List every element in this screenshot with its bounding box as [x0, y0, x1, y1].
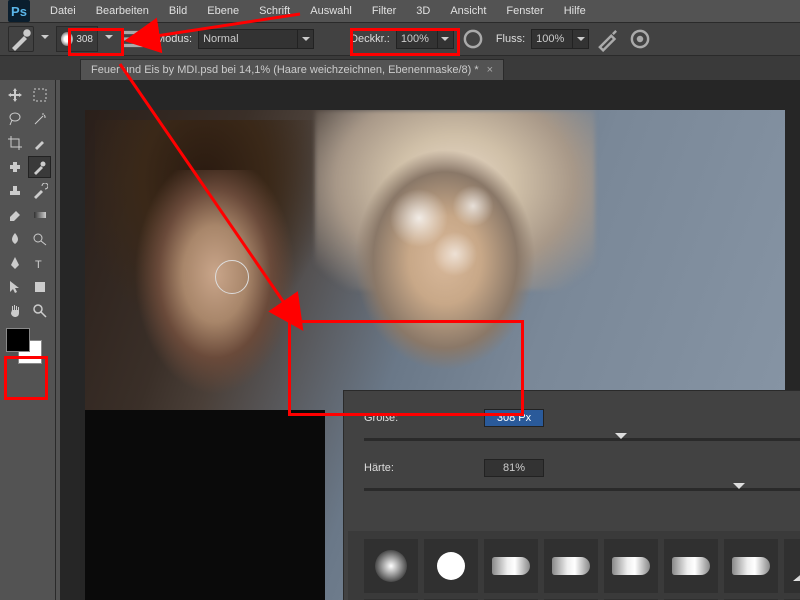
lasso-tool[interactable]	[4, 108, 27, 130]
menu-bearbeiten[interactable]: Bearbeiten	[86, 0, 159, 22]
menu-hilfe[interactable]: Hilfe	[554, 0, 596, 22]
brush-panel-toggle-icon[interactable]	[120, 26, 146, 52]
mode-label: Modus:	[156, 33, 192, 45]
menu-bild[interactable]: Bild	[159, 0, 197, 22]
brush-preset[interactable]	[484, 539, 538, 593]
menu-ansicht[interactable]: Ansicht	[440, 0, 496, 22]
size-label: Größe:	[364, 412, 484, 424]
brush-preset-grid	[348, 531, 800, 600]
brush-preset[interactable]	[724, 539, 778, 593]
opacity-pressure-icon[interactable]	[460, 26, 486, 52]
app-logo: Ps	[8, 0, 30, 22]
airbrush-icon[interactable]	[595, 26, 621, 52]
stamp-tool[interactable]	[4, 180, 27, 202]
pen-tool[interactable]	[4, 252, 27, 274]
menu-ebene[interactable]: Ebene	[197, 0, 249, 22]
hardness-label: Härte:	[364, 462, 484, 474]
size-input[interactable]: 308 Px	[484, 409, 544, 427]
wand-tool[interactable]	[29, 108, 52, 130]
mode-dropdown-icon[interactable]	[298, 29, 314, 49]
brush-preset[interactable]	[604, 539, 658, 593]
eraser-tool[interactable]	[4, 204, 27, 226]
screenmode-icon[interactable]	[22, 380, 38, 394]
opacity-value: 100%	[396, 29, 438, 49]
brush-preset-panel: Größe: 308 Px Härte: 81%	[343, 390, 800, 600]
color-swatches[interactable]	[4, 328, 44, 368]
eyedropper-tool[interactable]	[29, 132, 52, 154]
menu-fenster[interactable]: Fenster	[496, 0, 553, 22]
hand-tool[interactable]	[4, 300, 27, 322]
gradient-tool[interactable]	[29, 204, 52, 226]
brush-cursor-icon	[215, 260, 249, 294]
brush-preset[interactable]	[544, 539, 598, 593]
menu-schrift[interactable]: Schrift	[249, 0, 300, 22]
toolbox: T	[0, 80, 56, 600]
blur-tool[interactable]	[4, 228, 27, 250]
hardness-slider[interactable]	[364, 483, 800, 497]
brush-preset[interactable]	[364, 539, 418, 593]
zoom-tool[interactable]	[29, 300, 52, 322]
mode-value: Normal	[198, 29, 298, 49]
shape-tool[interactable]	[29, 276, 52, 298]
menu-3d[interactable]: 3D	[406, 0, 440, 22]
document-tab[interactable]: Feuer und Eis by MDI.psd bei 14,1% (Haar…	[80, 59, 504, 80]
brush-preset-picker[interactable]: 308	[56, 26, 98, 52]
menu-auswahl[interactable]: Auswahl	[300, 0, 362, 22]
tool-preset-dropdown[interactable]	[40, 34, 50, 44]
brush-preset[interactable]	[664, 539, 718, 593]
opacity-combo[interactable]: 100%	[396, 29, 454, 49]
canvas-area[interactable]: Größe: 308 Px Härte: 81%	[60, 80, 800, 600]
brush-tool[interactable]	[28, 156, 51, 178]
size-slider[interactable]	[364, 433, 800, 447]
brush-size-value: 308	[76, 34, 93, 45]
menu-datei[interactable]: Datei	[40, 0, 86, 22]
document-tab-title: Feuer und Eis by MDI.psd bei 14,1% (Haar…	[91, 64, 479, 76]
tablet-pressure-icon[interactable]	[627, 26, 653, 52]
flow-combo[interactable]: 100%	[531, 29, 589, 49]
opacity-label: Deckkr.:	[350, 33, 390, 45]
history-brush-tool[interactable]	[29, 180, 52, 202]
flow-dropdown-icon[interactable]	[573, 29, 589, 49]
path-select-tool[interactable]	[4, 276, 27, 298]
flow-value: 100%	[531, 29, 573, 49]
close-tab-icon[interactable]: ×	[487, 64, 493, 76]
svg-text:T: T	[35, 259, 42, 271]
brush-preset[interactable]	[424, 539, 478, 593]
brush-preset-dropdown[interactable]	[104, 34, 114, 44]
move-tool[interactable]	[4, 84, 27, 106]
flow-label: Fluss:	[496, 33, 525, 45]
quickmask-icon[interactable]	[4, 380, 20, 394]
brush-thumbnail-icon	[61, 32, 73, 46]
current-tool-icon[interactable]	[8, 26, 34, 52]
marquee-tool[interactable]	[29, 84, 52, 106]
dodge-tool[interactable]	[29, 228, 52, 250]
crop-tool[interactable]	[4, 132, 27, 154]
hardness-input[interactable]: 81%	[484, 459, 544, 477]
mode-combo[interactable]: Normal	[198, 29, 314, 49]
foreground-color[interactable]	[6, 328, 30, 352]
type-tool[interactable]: T	[29, 252, 52, 274]
menu-filter[interactable]: Filter	[362, 0, 406, 22]
heal-tool[interactable]	[4, 156, 26, 178]
brush-preset[interactable]	[784, 539, 800, 593]
opacity-dropdown-icon[interactable]	[438, 29, 454, 49]
